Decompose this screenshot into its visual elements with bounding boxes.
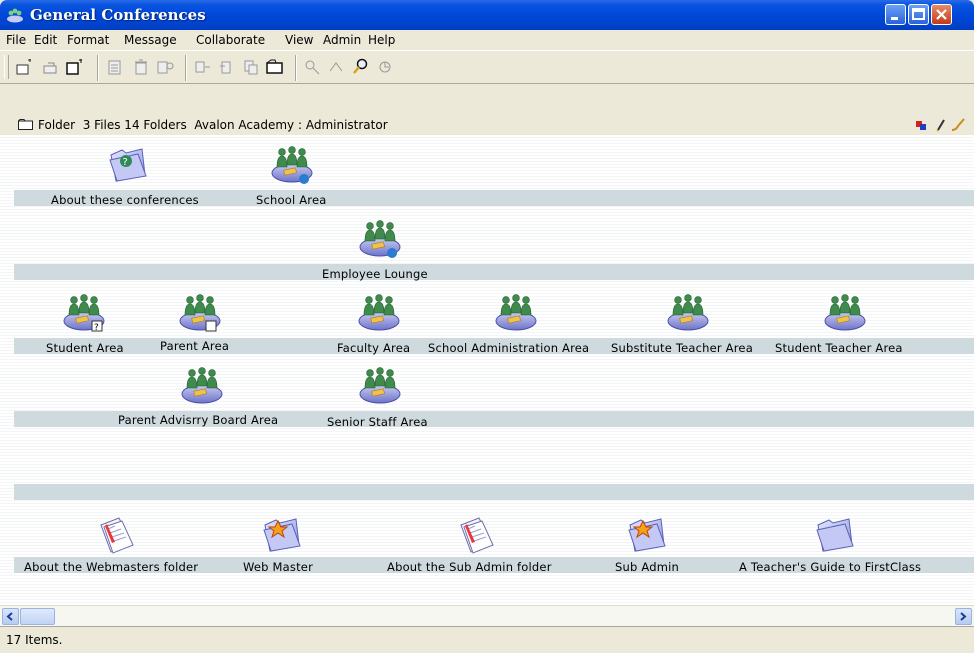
sync-icon[interactable]	[374, 57, 396, 77]
scroll-left-button[interactable]	[2, 608, 19, 625]
find-icon[interactable]	[350, 57, 372, 77]
conference-icon	[358, 366, 402, 406]
minimize-icon	[891, 17, 898, 20]
conference-icon	[178, 293, 222, 332]
new-icon[interactable]	[14, 57, 36, 77]
path-bar: Folder 3 Files 14 Folders Avalon Academy…	[0, 115, 974, 135]
copy-icon[interactable]	[240, 57, 262, 77]
conferences-app-icon	[7, 8, 23, 23]
close-button[interactable]	[931, 4, 952, 25]
window-title: General Conferences	[30, 6, 206, 24]
new-folder-star-icon	[262, 515, 302, 553]
search-people-icon[interactable]	[302, 57, 324, 77]
menu-message[interactable]: Message	[124, 33, 177, 47]
history-icon[interactable]	[326, 57, 348, 77]
horizontal-scrollbar[interactable]	[0, 605, 974, 626]
conference-icon	[494, 293, 538, 333]
conference-icon	[823, 293, 867, 333]
reply-icon[interactable]	[40, 57, 62, 77]
conference-icon	[666, 293, 710, 333]
scroll-thumb[interactable]	[20, 608, 55, 625]
menu-help[interactable]: Help	[368, 33, 395, 47]
new-folder-star-icon	[627, 515, 667, 553]
chevron-left-icon	[6, 612, 13, 621]
folder-icon	[815, 515, 855, 553]
delete-icon[interactable]	[130, 57, 152, 77]
print-icon[interactable]	[104, 57, 126, 77]
menu-format[interactable]: Format	[67, 33, 109, 47]
menu-edit[interactable]: Edit	[34, 33, 57, 47]
svg-text:?: ?	[94, 323, 99, 333]
conference-icon	[357, 293, 401, 333]
maximize-icon	[912, 8, 925, 20]
move-icon[interactable]	[216, 57, 238, 77]
conference-icon	[270, 145, 314, 184]
menu-view[interactable]: View	[285, 33, 313, 47]
new-folder-icon[interactable]	[64, 57, 86, 77]
folder-help-icon: ?	[108, 145, 148, 183]
minimize-button[interactable]	[885, 4, 906, 25]
conference-icon	[358, 219, 402, 258]
chevron-right-icon	[960, 612, 967, 621]
svg-text:?: ?	[123, 157, 128, 168]
conference-icon	[180, 366, 224, 406]
folder-info: Folder 3 Files 14 Folders Avalon Academy…	[38, 118, 388, 132]
title-bar[interactable]: General Conferences	[0, 0, 974, 30]
view-tools-icons[interactable]	[914, 118, 968, 132]
menu-file[interactable]: File	[6, 33, 26, 47]
forward-icon[interactable]	[192, 57, 214, 77]
scroll-right-button[interactable]	[955, 608, 972, 625]
folder-icon	[18, 119, 33, 130]
conference-icon: ?	[62, 293, 106, 333]
properties-icon[interactable]	[154, 57, 176, 77]
status-text: 17 Items.	[6, 633, 63, 647]
document-icon	[95, 515, 135, 555]
menu-collaborate[interactable]: Collaborate	[196, 33, 265, 47]
toolbar-grip[interactable]	[4, 55, 9, 79]
maximize-button[interactable]	[908, 4, 929, 25]
document-icon	[455, 515, 495, 555]
toolbar	[0, 50, 974, 84]
close-icon	[936, 9, 947, 20]
status-bar: 17 Items.	[0, 626, 974, 653]
menu-admin[interactable]: Admin	[323, 33, 361, 47]
menu-bar: File Edit Format Message Collaborate Vie…	[0, 30, 974, 50]
conference-folder-view: ? About these conferences School Area Em…	[0, 135, 974, 605]
open-folder-icon[interactable]	[264, 57, 286, 77]
